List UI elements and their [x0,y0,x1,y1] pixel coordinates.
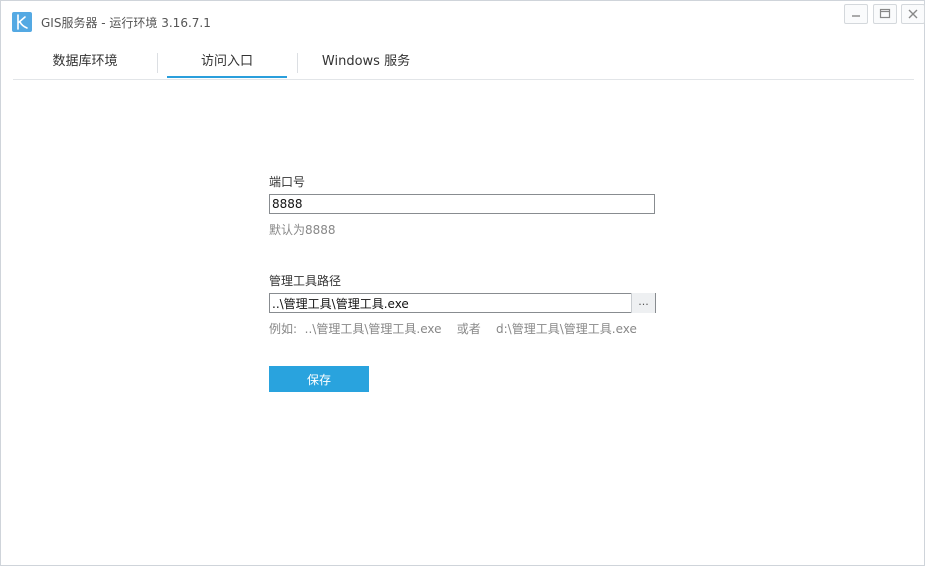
close-icon [908,9,918,19]
port-input[interactable] [269,194,655,214]
browse-button[interactable]: ... [631,293,655,313]
maximize-icon [879,8,891,19]
active-tab-indicator [167,76,287,78]
port-label: 端口号 [269,175,306,189]
tab-bar: 数据库环境 访问入口 Windows 服务 [13,45,914,80]
window-title: GIS服务器 - 运行环境 3.16.7.1 [41,16,211,30]
minimize-button[interactable] [844,4,868,24]
tab-divider [157,53,158,73]
port-hint: 默认为8888 [269,223,336,237]
tool-path-label: 管理工具路径 [269,274,342,288]
tab-database-env[interactable]: 数据库环境 [13,45,157,79]
tab-windows-service[interactable]: Windows 服务 [297,45,435,79]
minimize-icon [852,15,860,17]
maximize-button[interactable] [873,4,897,24]
tool-path-input[interactable] [269,293,656,313]
tool-path-hint: 例如: ..\管理工具\管理工具.exe 或者 d:\管理工具\管理工具.exe [269,322,637,336]
main-window: GIS服务器 - 运行环境 3.16.7.1 数据库环境 访问入口 Window… [0,0,925,566]
close-button[interactable] [901,4,925,24]
k-logo-icon [12,12,32,32]
save-button[interactable]: 保存 [269,366,369,392]
tab-access-entry[interactable]: 访问入口 [167,45,287,79]
title-bar[interactable]: GIS服务器 - 运行环境 3.16.7.1 [1,1,925,41]
